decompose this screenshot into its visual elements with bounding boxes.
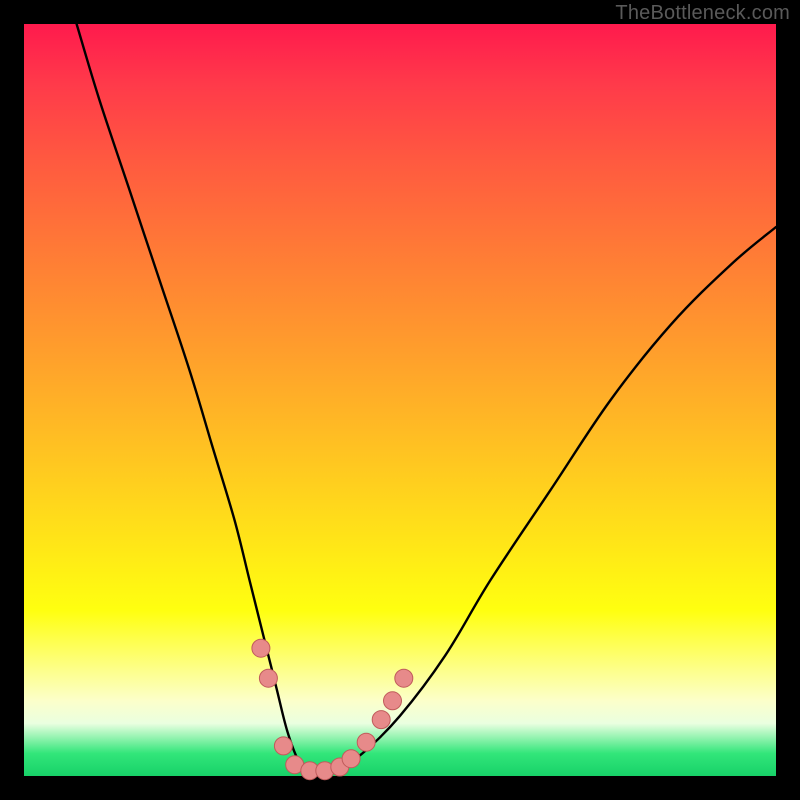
curve-marker xyxy=(384,692,402,710)
curve-markers xyxy=(252,639,413,780)
curve-marker xyxy=(274,737,292,755)
chart-frame: TheBottleneck.com xyxy=(0,0,800,800)
curve-marker xyxy=(252,639,270,657)
curve-svg xyxy=(24,24,776,776)
curve-marker xyxy=(357,733,375,751)
curve-marker xyxy=(395,669,413,687)
watermark-text: TheBottleneck.com xyxy=(615,2,790,25)
curve-marker xyxy=(372,711,390,729)
curve-marker xyxy=(259,669,277,687)
plot-area xyxy=(24,24,776,776)
bottleneck-curve-path xyxy=(77,24,776,778)
curve-marker xyxy=(342,750,360,768)
